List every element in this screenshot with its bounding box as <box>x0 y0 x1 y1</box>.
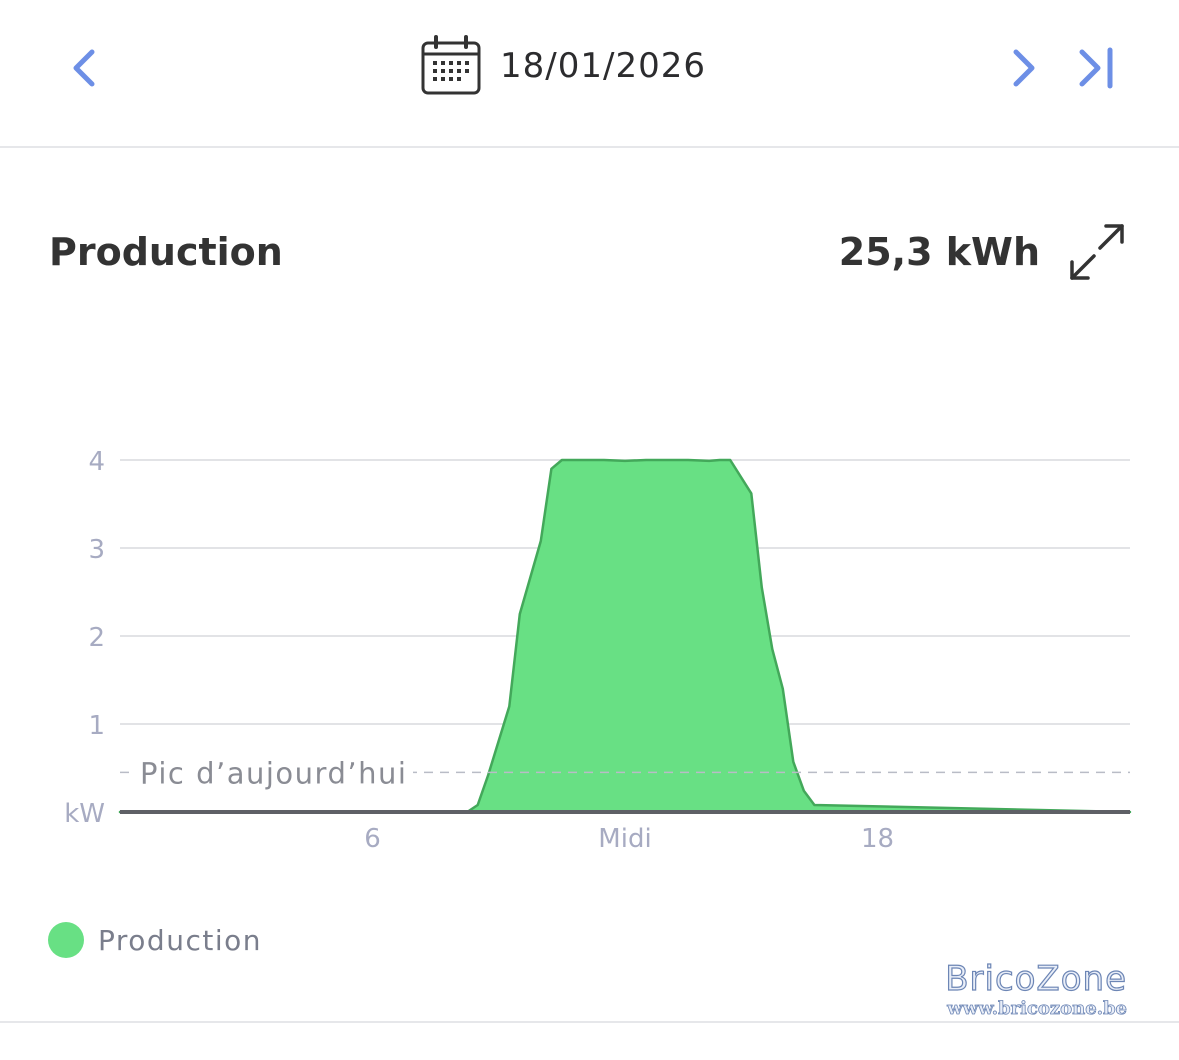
last-day-button[interactable] <box>1066 38 1126 98</box>
chevron-right-icon <box>1013 49 1035 87</box>
top-divider <box>0 146 1179 148</box>
peak-reference-label: Pic d’aujourd’hui <box>140 756 407 790</box>
next-day-button[interactable] <box>994 38 1054 98</box>
date-navigation-bar: 18/01/2026 <box>0 0 1179 148</box>
x-tick-label: 18 <box>861 824 894 854</box>
chevron-left-icon <box>73 49 95 87</box>
y-axis-unit-label: kW <box>64 799 105 829</box>
calendar-icon <box>421 35 481 95</box>
y-tick-label: 4 <box>88 447 105 477</box>
watermark: BricoZone www.bricozone.be <box>945 959 1128 1020</box>
y-tick-label: 3 <box>88 535 105 565</box>
watermark-url: www.bricozone.be <box>947 998 1128 1020</box>
legend-swatch-production <box>48 922 84 958</box>
skip-to-end-icon <box>1079 47 1113 89</box>
chart-legend[interactable]: Production <box>48 922 262 958</box>
legend-label-production: Production <box>98 923 262 957</box>
y-tick-label: 1 <box>88 711 105 741</box>
y-tick-label: 2 <box>88 623 105 653</box>
watermark-name: BricoZone <box>945 959 1127 999</box>
production-chart: Pic d’aujourd’hui 1 2 3 4 kW 6 Midi 18 <box>64 447 1132 854</box>
date-picker[interactable]: 18/01/2026 <box>420 34 706 98</box>
expand-button[interactable] <box>1066 222 1128 282</box>
current-date: 18/01/2026 <box>500 46 706 86</box>
previous-day-button[interactable] <box>54 38 114 98</box>
expand-icon <box>1070 224 1124 280</box>
x-tick-label: Midi <box>598 824 651 854</box>
x-tick-label: 6 <box>364 824 381 854</box>
total-energy: 25,3 kWh <box>838 230 1040 274</box>
card-title: Production <box>49 230 283 274</box>
bottom-divider <box>0 1021 1179 1023</box>
